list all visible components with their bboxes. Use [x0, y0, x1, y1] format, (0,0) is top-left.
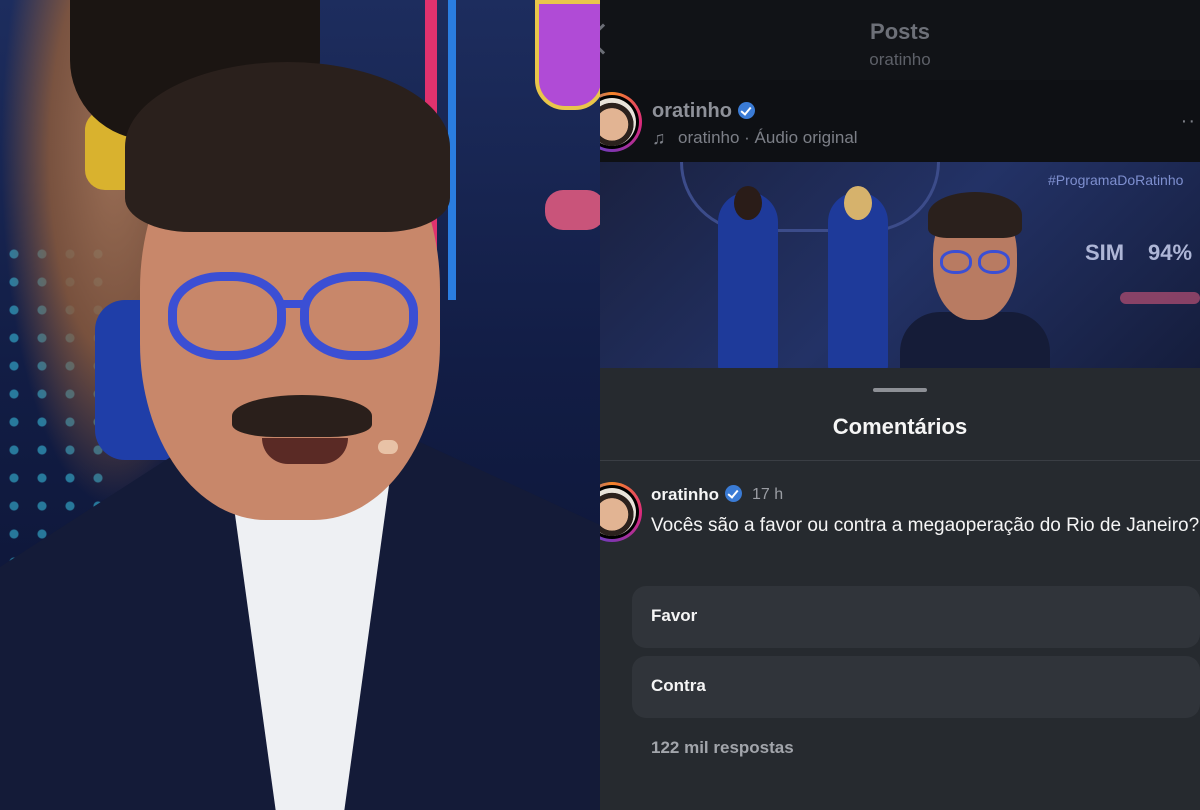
- thumb-dancer-1: [718, 186, 778, 368]
- stage-decoration-2: [545, 190, 600, 230]
- comments-title: Comentários: [832, 414, 968, 439]
- comment-username[interactable]: oratinho: [651, 485, 742, 505]
- host-glasses-bridge: [280, 300, 306, 308]
- comment-text: Vocês são a favor ou contra a megaoperaç…: [651, 515, 1200, 536]
- comment-username-text[interactable]: oratinho: [651, 485, 719, 504]
- host-hair: [125, 62, 450, 232]
- tv-video-frame: [0, 0, 600, 810]
- post-avatar[interactable]: [600, 92, 642, 152]
- stage-decoration: [535, 0, 600, 110]
- host-glasses-left: [168, 272, 286, 360]
- sheet-drag-handle[interactable]: [873, 388, 927, 392]
- host-mustache: [232, 395, 372, 437]
- header-subtitle: oratinho: [869, 50, 931, 69]
- audio-label[interactable]: oratinho · Áudio original: [678, 128, 858, 148]
- posts-header: Posts oratinho: [600, 0, 1200, 80]
- thumb-host: [900, 192, 1050, 368]
- replies-count-link[interactable]: 122 mil respostas: [651, 738, 794, 758]
- verified-badge-icon: [738, 102, 755, 119]
- post-author-row: oratinho ♫ oratinho · Áudio original ··: [600, 80, 1200, 162]
- verified-badge-icon: [725, 485, 742, 502]
- post-username[interactable]: oratinho: [652, 100, 755, 123]
- thumb-poll-label: SIM: [1085, 240, 1125, 265]
- header-title: Posts: [870, 19, 930, 44]
- poll-option-favor[interactable]: Favor: [632, 586, 1200, 648]
- screenshot-root: Posts oratinho oratinho ♫ oratinho · Áud…: [0, 0, 1200, 810]
- thumb-poll-bar: [1120, 292, 1200, 304]
- thumb-hashtag: #ProgramaDoRatinho: [1048, 172, 1184, 188]
- comment-timestamp: 17 h: [752, 486, 784, 503]
- comment-avatar[interactable]: [600, 482, 642, 542]
- music-note-icon: ♫: [652, 128, 666, 148]
- poll-option-label: Contra: [651, 676, 706, 695]
- comments-sheet: Comentários oratinho 17 h Vocês são a fa…: [600, 368, 1200, 810]
- poll-option-contra[interactable]: Contra: [632, 656, 1200, 718]
- host-glasses-right: [300, 272, 418, 360]
- thumb-dancer-2: [828, 186, 888, 368]
- instagram-panel: Posts oratinho oratinho ♫ oratinho · Áud…: [600, 0, 1200, 810]
- host-mouth: [262, 438, 348, 464]
- headset-mic: [378, 440, 398, 454]
- post-username-text[interactable]: oratinho: [652, 100, 732, 122]
- more-icon[interactable]: ··: [1181, 110, 1196, 133]
- poll-option-label: Favor: [651, 606, 698, 625]
- thumb-poll-value: 94%: [1148, 240, 1193, 265]
- sheet-divider: [600, 460, 1200, 461]
- post-media-thumbnail[interactable]: #ProgramaDoRatinho SIM 94%: [600, 162, 1200, 368]
